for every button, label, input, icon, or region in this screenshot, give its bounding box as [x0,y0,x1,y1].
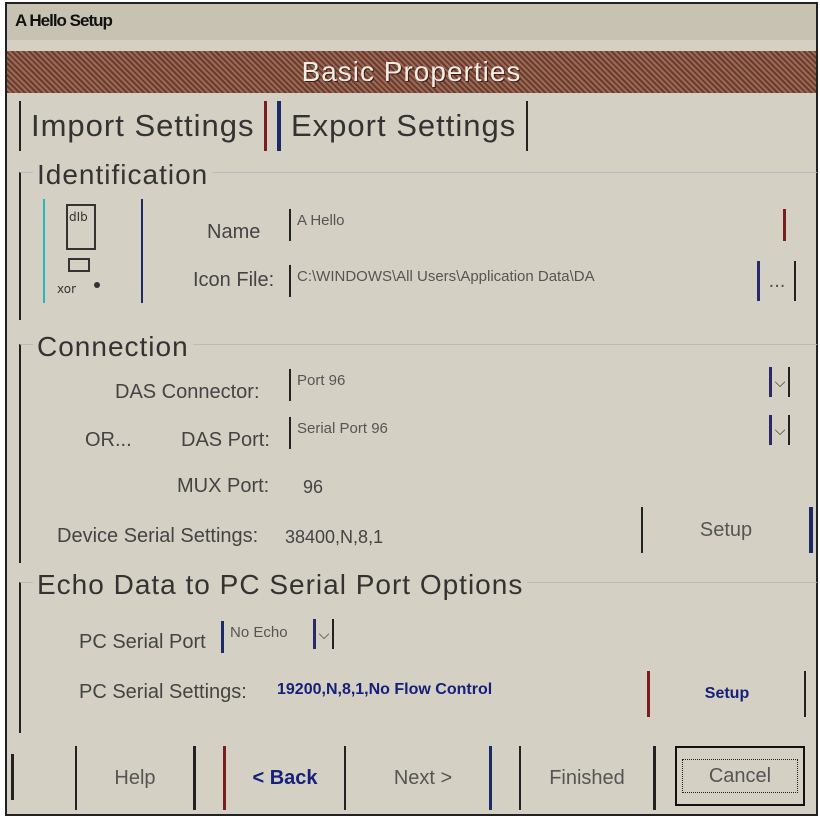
finished-button[interactable]: Finished [519,746,656,810]
device-serial-settings-label: Device Serial Settings: [57,525,259,547]
help-button[interactable]: Help [75,746,196,810]
cancel-button[interactable]: Cancel [675,746,805,806]
device-icon-frame: dIb xor [43,199,143,303]
das-connector-label: DAS Connector: [115,381,260,403]
browse-icon-file-button[interactable]: ... [757,261,796,301]
mux-port-value: 96 [303,477,324,497]
das-port-select[interactable]: Serial Port 96 [289,417,757,449]
das-port-label: DAS Port: [181,429,270,451]
pc-serial-port-select[interactable]: No Echo [221,621,308,653]
name-input[interactable]: A Hello [289,209,786,241]
svg-text:xor: xor [57,282,76,296]
pc-serial-settings-label: PC Serial Settings: [79,681,247,703]
wizard-footer: Help < Back Next > Finished Cancel [7,746,816,816]
pc-serial-port-label: PC Serial Port [79,631,206,653]
page-header: Basic Properties [7,51,816,93]
pc-serial-port-dropdown-icon[interactable]: ⌵ [313,619,334,649]
identification-group: Identification dIb xor Name A Hello Icon… [19,159,818,320]
back-button[interactable]: < Back [223,746,346,810]
window-title: A Hello Setup [15,11,113,30]
svg-text:dIb: dIb [69,210,88,224]
pc-serial-setup-button[interactable]: Setup [647,671,806,717]
connection-legend: Connection [33,331,193,363]
device-serial-settings-value: 38400,N,8,1 [285,527,384,547]
next-button[interactable]: Next > [357,746,492,810]
page-title: Basic Properties [301,56,522,87]
setup-window: A Hello Setup Basic Properties Import Se… [5,2,818,816]
icon-file-input[interactable]: C:\WINDOWS\All Users\Application Data\DA [289,265,747,297]
connection-group: Connection DAS Connector: Port 96 ⌵ OR..… [19,331,818,563]
or-label: OR... [85,429,132,451]
identification-legend: Identification [33,159,213,191]
name-label: Name [207,221,261,243]
das-connector-dropdown-icon[interactable]: ⌵ [769,367,790,397]
das-port-dropdown-icon[interactable]: ⌵ [769,415,790,445]
device-icon: dIb xor [57,204,100,296]
das-connector-select[interactable]: Port 96 [289,369,757,401]
mux-port-label: MUX Port: [177,475,270,497]
pc-serial-settings-value: 19200,N,8,1,No Flow Control [277,681,493,698]
echo-options-legend: Echo Data to PC Serial Port Options [33,569,528,601]
echo-options-group: Echo Data to PC Serial Port Options PC S… [19,569,818,733]
tab-import-settings[interactable]: Import Settings [19,101,268,151]
tab-export-settings[interactable]: Export Settings [277,101,529,151]
cancel-button-label: Cancel [681,759,799,793]
title-bar: A Hello Setup [7,4,816,40]
icon-file-label: Icon File: [193,269,275,291]
tab-strip: Import Settings Export Settings [19,101,579,155]
device-serial-setup-button[interactable]: Setup [641,507,813,553]
footer-divider [11,754,14,800]
